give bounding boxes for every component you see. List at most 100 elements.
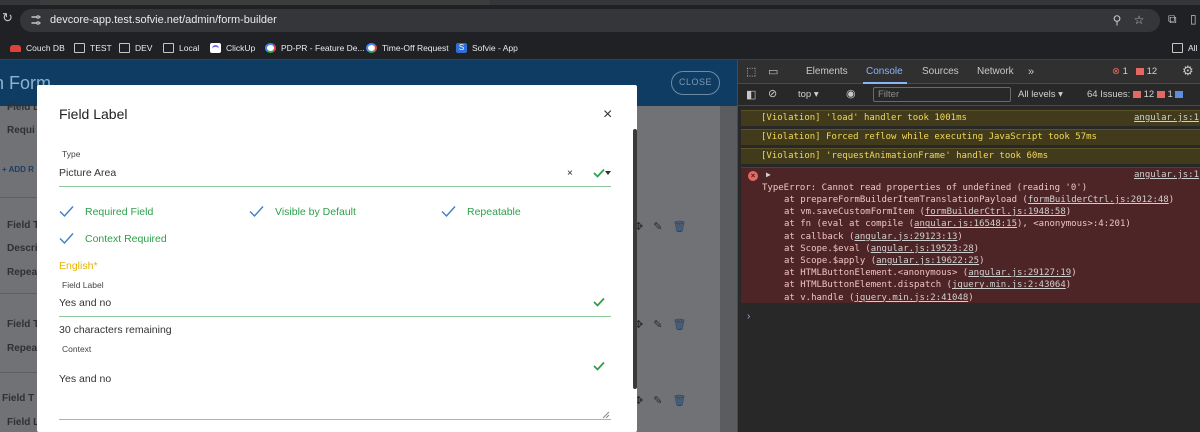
stack-frame: at vm.saveCustomFormItem (formBuilderCtr…: [784, 206, 1071, 218]
stack-frame: at prepareFormBuilderItemTranslationPayl…: [784, 194, 1174, 206]
stack-frame-link[interactable]: angular.js:19622:25: [876, 256, 979, 266]
source-link[interactable]: angular.js:1: [1134, 170, 1199, 180]
valid-check-icon: [593, 297, 605, 307]
error-icon: ⊗: [1112, 66, 1120, 77]
console-warning: [Violation] 'requestAnimationFrame' hand…: [741, 148, 1200, 164]
delete-icon[interactable]: 🗑: [672, 394, 686, 407]
delete-icon[interactable]: 🗑: [672, 318, 686, 331]
filter-input[interactable]: Filter: [873, 87, 1011, 102]
resize-grip-icon[interactable]: [602, 411, 610, 419]
address-bar[interactable]: devcore-app.test.sofvie.net/admin/form-b…: [20, 9, 1160, 32]
context-required-checkbox[interactable]: Context Required: [59, 232, 167, 245]
bookmark-time-off[interactable]: Time-Off Request: [366, 40, 449, 56]
visible-by-default-checkbox[interactable]: Visible by Default: [249, 205, 356, 218]
source-link[interactable]: angular.js:1: [1134, 111, 1199, 126]
checkmark-icon: [59, 233, 74, 245]
error-counter[interactable]: ⊗ 1: [1112, 66, 1128, 77]
bookmark-local[interactable]: Local: [163, 40, 199, 56]
browser-toolbar: ↻ devcore-app.test.sofvie.net/admin/form…: [0, 0, 1200, 36]
divider: [0, 293, 40, 294]
stack-frame: at Scope.$eval (angular.js:19523:28): [784, 243, 979, 255]
tab-network[interactable]: Network: [977, 66, 1014, 77]
stack-frame-text: ), <anonymous>:4:201): [1017, 219, 1131, 230]
stack-frame-text: ): [1065, 280, 1072, 291]
chevron-down-icon[interactable]: [605, 171, 611, 175]
context-select[interactable]: top ▾: [798, 89, 819, 100]
bookmark-pd-pr[interactable]: PD-PR - Feature De...: [265, 40, 365, 56]
bg-item-label: Repea: [7, 343, 38, 354]
extensions-icon[interactable]: ⧉: [1168, 12, 1182, 26]
modal-scrollbar[interactable]: [633, 129, 637, 389]
stack-frame-link[interactable]: angular.js:29123:13: [854, 232, 957, 242]
tab-console[interactable]: Console: [866, 66, 903, 77]
couch-icon: [10, 44, 21, 52]
stack-frame-text: at Scope.$eval (: [784, 243, 871, 254]
eye-icon[interactable]: ◉: [846, 88, 856, 100]
tab-sources[interactable]: Sources: [922, 66, 959, 77]
context-textarea[interactable]: Yes and no: [59, 373, 111, 385]
bookmark-dev[interactable]: DEV: [119, 40, 152, 56]
issue-icon: [1136, 67, 1144, 75]
reload-icon[interactable]: ↻: [2, 11, 14, 24]
repeatable-checkbox[interactable]: Repeatable: [441, 205, 521, 218]
type-underline: [59, 186, 611, 187]
error-message: TypeError: Cannot read properties of und…: [762, 183, 1088, 193]
edit-icon[interactable]: ✎: [653, 394, 662, 407]
panel-icon[interactable]: ▯: [1190, 12, 1200, 26]
all-bookmarks[interactable]: All: [1172, 40, 1197, 56]
bookmark-sofvie[interactable]: S Sofvie - App: [456, 40, 518, 56]
valid-check-icon: [593, 168, 605, 178]
url-text[interactable]: devcore-app.test.sofvie.net/admin/form-b…: [50, 14, 277, 26]
stack-frame-link[interactable]: formBuilderCtrl.js:1948:58: [925, 207, 1066, 217]
sidebar-toggle-icon[interactable]: ◧: [746, 89, 756, 101]
stack-frame: at callback (angular.js:29123:13): [784, 231, 963, 243]
site-info-icon[interactable]: [30, 14, 42, 26]
stack-frame-link[interactable]: angular.js:29127:19: [968, 268, 1071, 278]
issues-summary[interactable]: 64 Issues: 12 1: [1087, 89, 1184, 100]
tab-elements[interactable]: Elements: [806, 66, 848, 77]
type-select[interactable]: Picture Area: [59, 167, 116, 179]
issue-icon: [1156, 90, 1165, 98]
required-field-checkbox[interactable]: Required Field: [59, 205, 153, 218]
bookmark-star-icon[interactable]: ☆: [1132, 13, 1146, 27]
devtools-panel: ⬚ ▭ Elements Console Sources Network » ⊗…: [737, 60, 1200, 432]
expand-triangle-icon[interactable]: ▶: [766, 170, 771, 179]
inspect-icon[interactable]: ⬚: [746, 66, 756, 78]
divider: [0, 372, 40, 373]
zoom-icon[interactable]: ⚲: [1110, 13, 1124, 27]
stack-frame-link[interactable]: angular.js:19523:28: [871, 244, 974, 254]
bookmark-test[interactable]: TEST: [74, 40, 112, 56]
device-toolbar-icon[interactable]: ▭: [768, 66, 778, 78]
close-icon[interactable]: ×: [603, 107, 612, 123]
clear-console-icon[interactable]: ⊘: [768, 88, 777, 100]
clear-icon[interactable]: ×: [567, 168, 573, 179]
stack-frame-text: at fn (eval at compile (: [784, 219, 915, 230]
close-button[interactable]: CLOSE: [671, 71, 720, 95]
log-levels-select[interactable]: All levels ▾: [1018, 89, 1063, 100]
sofvie-icon: S: [456, 43, 467, 53]
stack-frame-text: ): [1071, 268, 1077, 279]
checkbox-label: Context Required: [85, 232, 167, 245]
edit-icon[interactable]: ✎: [653, 220, 662, 233]
more-tabs-icon[interactable]: »: [1028, 66, 1034, 78]
stack-frame: at v.handle (jquery.min.js:2:41048): [784, 292, 974, 304]
settings-gear-icon[interactable]: ⚙: [1182, 64, 1194, 77]
stack-frame-text: ): [979, 256, 985, 266]
page-scrollbar[interactable]: [720, 106, 737, 432]
field-label-input[interactable]: Yes and no: [59, 297, 111, 309]
row-actions: ✥ ✎ 🗑: [634, 318, 686, 331]
stack-frame-link[interactable]: formBuilderCtrl.js:2012:48: [1028, 195, 1169, 205]
issue-counter[interactable]: 12: [1136, 66, 1157, 77]
field-label-modal: Field Label × Type Picture Area × Requir…: [37, 85, 637, 432]
active-tab-edge[interactable]: [40, 0, 490, 5]
stack-frame-text: at Scope.$apply (: [784, 256, 877, 266]
edit-icon[interactable]: ✎: [653, 318, 662, 331]
bookmark-clickup[interactable]: ClickUp: [210, 40, 255, 56]
stack-frame-link[interactable]: jquery.min.js:2:41048: [854, 293, 968, 303]
delete-icon[interactable]: 🗑: [672, 220, 686, 233]
bookmark-couch-db[interactable]: Couch DB: [10, 40, 65, 56]
console-prompt[interactable]: ›: [747, 311, 750, 322]
stack-frame-link[interactable]: jquery.min.js:2:43064: [952, 280, 1066, 290]
add-button-label[interactable]: + ADD R: [2, 165, 34, 174]
stack-frame-link[interactable]: angular.js:16548:15: [914, 219, 1017, 229]
